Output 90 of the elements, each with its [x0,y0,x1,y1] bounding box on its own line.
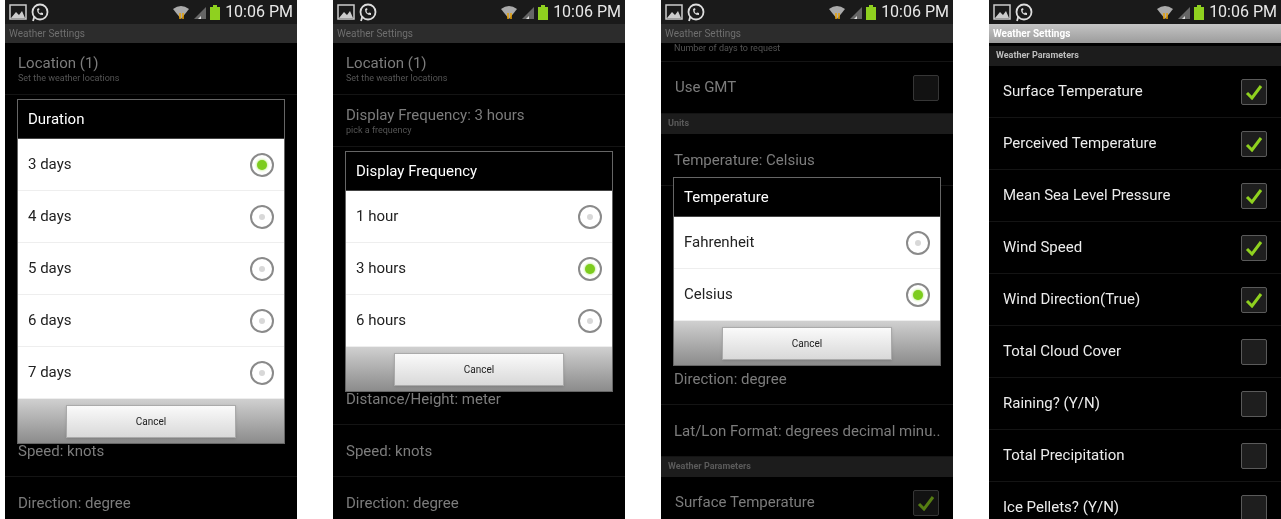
checkbox[interactable] [1241,442,1267,469]
picture-icon [665,3,683,21]
settings-row[interactable]: Direction: degree [333,477,625,519]
setting-subtitle: Number of days to request [674,43,781,53]
settings-row[interactable]: Surface Temperature [661,477,953,519]
section-label: Weather Parameters [668,460,751,474]
radio-button[interactable] [578,308,602,333]
radio-option[interactable]: 1 hour [346,191,612,243]
setting-subtitle: Set the weather locations [18,71,121,84]
settings-row[interactable]: Location (1) Set the weather locations [333,43,625,95]
check-mark-icon [917,494,935,511]
wifi-icon [500,4,519,20]
radio-option[interactable]: 3 days [18,139,284,191]
radio-option[interactable]: 6 hours [346,295,612,347]
radio-button[interactable] [250,360,274,385]
status-time: 10:06 PM [881,4,949,20]
radio-button[interactable] [578,204,602,229]
app-title: Weather Settings [993,27,1071,41]
radio-option[interactable]: 6 days [18,295,284,347]
check-mark-icon [1245,135,1263,152]
settings-row[interactable]: Wind Speed [989,222,1281,274]
battery-icon [538,4,549,20]
picture-icon [9,3,27,21]
picture-icon [993,3,1011,21]
checkbox[interactable] [1241,234,1267,261]
setting-subtitle: pick a frequency [346,123,413,136]
radio-button[interactable] [906,230,930,255]
chat-bubble-icon [358,2,378,22]
radio-button[interactable] [578,256,602,281]
checkbox[interactable] [1241,130,1267,157]
app-title: Weather Settings [9,27,85,41]
wifi-icon [828,4,847,20]
wifi-icon [1156,4,1175,20]
status-time: 10:06 PM [1209,4,1277,20]
settings-row[interactable]: Speed: knots [333,425,625,477]
settings-row[interactable]: Surface Temperature [989,66,1281,118]
dialog-title: Duration [28,108,85,130]
dialog-title: Display Frequency [356,160,478,182]
checkbox[interactable] [913,74,939,101]
app-title: Weather Settings [337,27,413,41]
radio-button[interactable] [250,204,274,229]
radio-button[interactable] [250,152,274,177]
chat-bubble-icon [30,2,50,22]
checkbox[interactable] [1241,390,1267,417]
battery-icon [1194,4,1205,20]
cancel-button[interactable]: Cancel [66,404,236,438]
section-label: Weather Parameters [996,49,1079,63]
check-mark-icon [1245,83,1263,100]
chat-bubble-icon [1014,2,1034,22]
settings-row[interactable]: Display Frequency: 3 hours pick a frequency [333,95,625,147]
radio-button[interactable] [906,282,930,307]
status-time: 10:06 PM [225,4,293,20]
check-mark-icon [1245,187,1263,204]
check-mark-icon [1245,291,1263,308]
radio-option[interactable]: Celsius [674,269,940,321]
checkbox[interactable] [1241,78,1267,105]
radio-option[interactable]: Fahrenheit [674,217,940,269]
settings-row[interactable]: Location (1) Set the weather locations [5,43,297,95]
settings-row[interactable]: Total Cloud Cover [989,326,1281,378]
setting-subtitle: Set the weather locations [346,71,449,84]
settings-row[interactable]: Mean Sea Level Pressure [989,170,1281,222]
settings-row[interactable]: Perceived Temperature [989,118,1281,170]
dialog-title: Temperature [684,186,769,208]
battery-icon [866,4,877,20]
radio-option[interactable]: 7 days [18,347,284,399]
radio-button[interactable] [250,256,274,281]
checkbox[interactable] [1241,494,1267,519]
radio-button[interactable] [250,308,274,333]
settings-row[interactable]: Raining? (Y/N) [989,378,1281,430]
checkbox[interactable] [1241,338,1267,365]
radio-option[interactable]: 4 days [18,191,284,243]
settings-row[interactable]: Wind Direction(True) [989,274,1281,326]
wifi-icon [172,4,191,20]
status-time: 10:06 PM [553,4,621,20]
section-label: Units [668,117,690,131]
checkbox[interactable] [1241,182,1267,209]
battery-icon [210,4,221,20]
cancel-button[interactable]: Cancel [722,326,892,360]
radio-option[interactable]: 5 days [18,243,284,295]
settings-row[interactable]: Total Precipitation [989,430,1281,482]
settings-row[interactable]: Ice Pellets? (Y/N) [989,482,1281,519]
app-title: Weather Settings [665,27,741,41]
radio-option[interactable]: 3 hours [346,243,612,295]
picture-icon [337,3,355,21]
checkbox[interactable] [913,489,939,516]
cancel-button[interactable]: Cancel [394,352,564,386]
check-mark-icon [1245,239,1263,256]
settings-row[interactable]: Direction: degree [5,477,297,519]
chat-bubble-icon [686,2,706,22]
checkbox[interactable] [1241,286,1267,313]
